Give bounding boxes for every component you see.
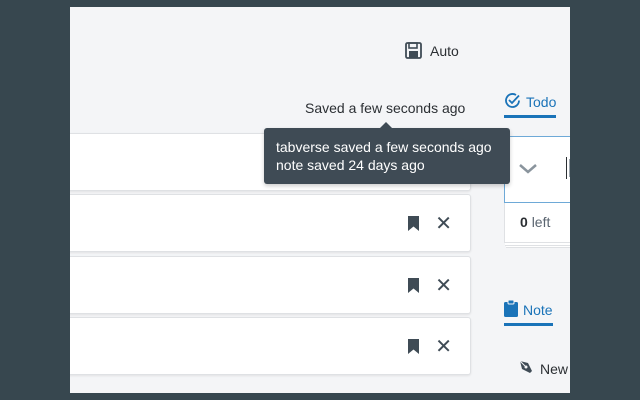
saved-status[interactable]: Saved a few seconds ago: [305, 100, 465, 116]
save-icon: [405, 42, 422, 59]
tab-card[interactable]: ✕: [70, 317, 471, 375]
app-window: Auto Saved a few seconds ago tabverse sa…: [70, 7, 570, 393]
new-note-button[interactable]: New: [518, 359, 568, 378]
tab-todo-label: Todo: [526, 94, 557, 110]
close-icon[interactable]: ✕: [435, 213, 452, 233]
tab-todo[interactable]: Todo: [504, 92, 557, 118]
autosave-label: Auto: [430, 42, 459, 59]
todo-footer: 0 left: [504, 203, 570, 243]
chevron-down-icon[interactable]: [519, 161, 537, 179]
close-icon[interactable]: ✕: [435, 275, 452, 295]
tooltip-arrow: [380, 122, 392, 128]
tab-note[interactable]: Note: [504, 299, 553, 326]
autosave-toggle[interactable]: Auto: [405, 42, 459, 59]
bookmark-icon[interactable]: [408, 277, 420, 293]
tooltip-line: note saved 24 days ago: [276, 157, 425, 173]
new-note-label: New: [540, 360, 569, 377]
pen-nib-icon: [518, 359, 534, 378]
tab-card[interactable]: ✕: [70, 256, 471, 314]
text-cursor: [566, 157, 567, 179]
todo-input[interactable]: [569, 159, 570, 177]
tab-card[interactable]: ✕: [70, 194, 471, 252]
todo-input-panel[interactable]: [504, 136, 570, 203]
todo-left-label: left: [531, 214, 551, 230]
tab-note-label: Note: [523, 302, 553, 318]
bookmark-icon[interactable]: [408, 338, 420, 354]
check-circle-icon: [504, 92, 521, 112]
todo-count: 0: [520, 214, 528, 230]
saved-tooltip: tabverse saved a few seconds ago note sa…: [264, 122, 510, 184]
tooltip-line: tabverse saved a few seconds ago: [276, 139, 492, 155]
clipboard-icon: [504, 299, 518, 320]
bookmark-icon[interactable]: [408, 215, 420, 231]
close-icon[interactable]: ✕: [435, 336, 452, 356]
